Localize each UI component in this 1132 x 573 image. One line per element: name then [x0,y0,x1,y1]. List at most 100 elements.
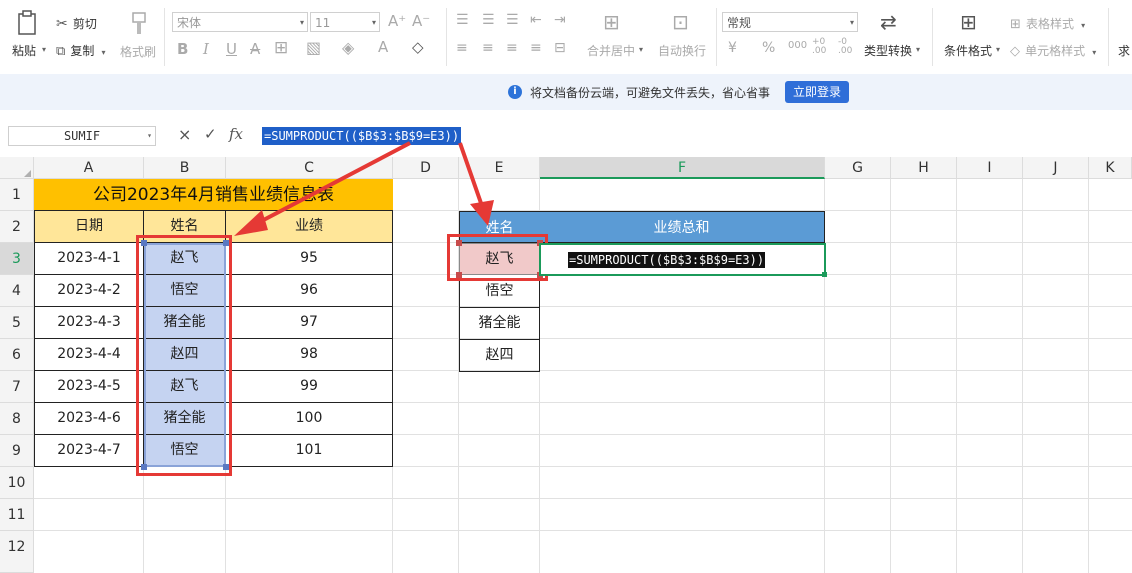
header-date-cell[interactable]: 日期 [34,211,144,243]
fill-pattern-icon[interactable]: ▧ [306,38,321,57]
confirm-icon[interactable]: ✓ [204,125,217,143]
align-bottom-icon[interactable]: ☰ [506,12,519,28]
active-cell-f3[interactable]: =SUMPRODUCT(($B$3:$B$9=E3)) [539,243,827,277]
row-header-2[interactable]: 2 [0,211,34,243]
row-header-1[interactable]: 1 [0,179,34,211]
wrap-text-icon: ⊡ [672,10,689,34]
align-center-icon[interactable]: ≡ [482,40,494,56]
cut-button[interactable]: ✂ 剪切 [56,13,97,33]
table-cell-date[interactable]: 2023-4-7 [34,435,144,467]
header-sales-cell[interactable]: 业绩 [225,211,393,243]
table-cell-date[interactable]: 2023-4-4 [34,339,144,371]
decrease-font-icon[interactable]: A⁻ [412,12,430,30]
paste-button[interactable]: 粘贴 ▾ [8,8,48,68]
lookup-name-cell[interactable]: 赵四 [459,339,540,372]
f3-formula-text: =SUMPRODUCT(($B$3:$B$9=E3)) [568,252,766,268]
align-middle-icon[interactable]: ☰ [482,12,495,28]
increase-decimal-icon[interactable]: +0.00 [812,38,826,56]
row-header-8[interactable]: 8 [0,403,34,435]
font-color-icon[interactable]: A [378,38,388,56]
table-cell-date[interactable]: 2023-4-3 [34,307,144,339]
decrease-decimal-icon[interactable]: -0.00 [838,38,852,56]
underline-icon[interactable]: U [226,40,237,58]
column-header-e[interactable]: E [459,157,540,179]
column-header-c[interactable]: C [226,157,393,179]
font-size-select[interactable]: 11 ▾ [310,12,380,32]
row-header-11[interactable]: 11 [0,499,34,531]
table-cell-date[interactable]: 2023-4-6 [34,403,144,435]
increase-font-icon[interactable]: A⁺ [388,12,406,30]
thousands-icon[interactable]: 000 [788,40,807,51]
insert-function-icon[interactable]: fx [229,125,243,143]
number-format-value: 常规 [727,16,752,30]
bold-icon[interactable]: B [177,40,188,58]
row-header-9[interactable]: 9 [0,435,34,467]
row-header-6[interactable]: 6 [0,339,34,371]
table-cell-value[interactable]: 95 [225,243,393,275]
name-box[interactable]: SUMIF ▾ [8,126,156,146]
font-name-select[interactable]: 宋体 ▾ [172,12,308,32]
chevron-down-icon: ▾ [849,18,854,27]
percent-icon[interactable]: % [762,40,775,56]
select-all-corner[interactable] [0,157,34,179]
info-icon: i [508,85,522,99]
fill-color-icon[interactable]: ◈ [342,38,354,57]
italic-icon[interactable]: I [203,40,209,58]
indent-decrease-icon[interactable]: ⇤ [530,12,542,28]
format-painter-button[interactable]: 格式刷 [118,10,160,66]
column-header-g[interactable]: G [825,157,891,179]
number-format-select[interactable]: 常规 ▾ [722,12,858,32]
table-cell-value[interactable]: 99 [225,371,393,403]
copy-button[interactable]: ⧉ 复制 ▾ [56,40,106,60]
table-cell-value[interactable]: 96 [225,275,393,307]
column-header-d[interactable]: D [393,157,459,179]
column-header-k[interactable]: K [1089,157,1132,179]
table-title-cell[interactable]: 公司2023年4月销售业绩信息表 [34,179,393,211]
column-header-f[interactable]: F [540,157,825,179]
cell-style-button[interactable]: ◇ 单元格样式 ▾ [1010,40,1096,59]
conditional-format-button[interactable]: ⊞ 条件格式 ▾ [942,10,1002,66]
merge-cells-icon: ⊞ [603,10,620,34]
table-cell-value[interactable]: 97 [225,307,393,339]
column-header-b[interactable]: B [144,157,226,179]
type-convert-button[interactable]: ⇄ 类型转换 ▾ [862,10,922,66]
formula-input[interactable]: =SUMPRODUCT(($B$3:$B$9=E3)) [262,125,462,145]
fill-handle[interactable] [822,272,827,277]
lookup-name-cell[interactable]: 猪全能 [459,307,540,340]
align-top-icon[interactable]: ☰ [456,12,469,28]
align-right-icon[interactable]: ≡ [506,40,518,56]
column-header-i[interactable]: I [957,157,1023,179]
strikethrough-icon[interactable]: A [250,40,260,58]
table2-header-total[interactable]: 业绩总和 [539,211,825,243]
align-left-icon[interactable]: ≡ [456,40,468,56]
row-header-3[interactable]: 3 [0,243,34,275]
row-header-7[interactable]: 7 [0,371,34,403]
justify-icon[interactable]: ≡ [530,40,542,56]
table-cell-date[interactable]: 2023-4-2 [34,275,144,307]
column-header-a[interactable]: A [34,157,144,179]
row-header-12[interactable]: 12 [0,531,34,573]
login-button[interactable]: 立即登录 [785,81,850,103]
row-header-4[interactable]: 4 [0,275,34,307]
table-cell-date[interactable]: 2023-4-5 [34,371,144,403]
table-cell-date[interactable]: 2023-4-1 [34,243,144,275]
table-style-button[interactable]: ⊞ 表格样式 ▾ [1010,13,1085,32]
column-header-h[interactable]: H [891,157,957,179]
divider [932,8,933,66]
row-header-10[interactable]: 10 [0,467,34,499]
sum-button-label[interactable]: 求 [1118,42,1130,59]
wrap-text-button[interactable]: ⊡ 自动换行 [656,10,710,66]
distribute-icon[interactable]: ⊟ [554,40,566,56]
table-cell-value[interactable]: 98 [225,339,393,371]
currency-icon[interactable]: ¥ [728,40,737,56]
indent-increase-icon[interactable]: ⇥ [554,12,566,28]
cancel-icon[interactable]: × [178,125,191,144]
chevron-down-icon: ▾ [1092,48,1097,57]
eraser-icon[interactable]: ◇ [412,38,424,56]
table-cell-value[interactable]: 100 [225,403,393,435]
table-cell-value[interactable]: 101 [225,435,393,467]
merge-center-button[interactable]: ⊞ 合并居中 ▾ [587,10,645,66]
border-icon[interactable]: ⊞ [274,38,288,58]
row-header-5[interactable]: 5 [0,307,34,339]
column-header-j[interactable]: J [1023,157,1089,179]
